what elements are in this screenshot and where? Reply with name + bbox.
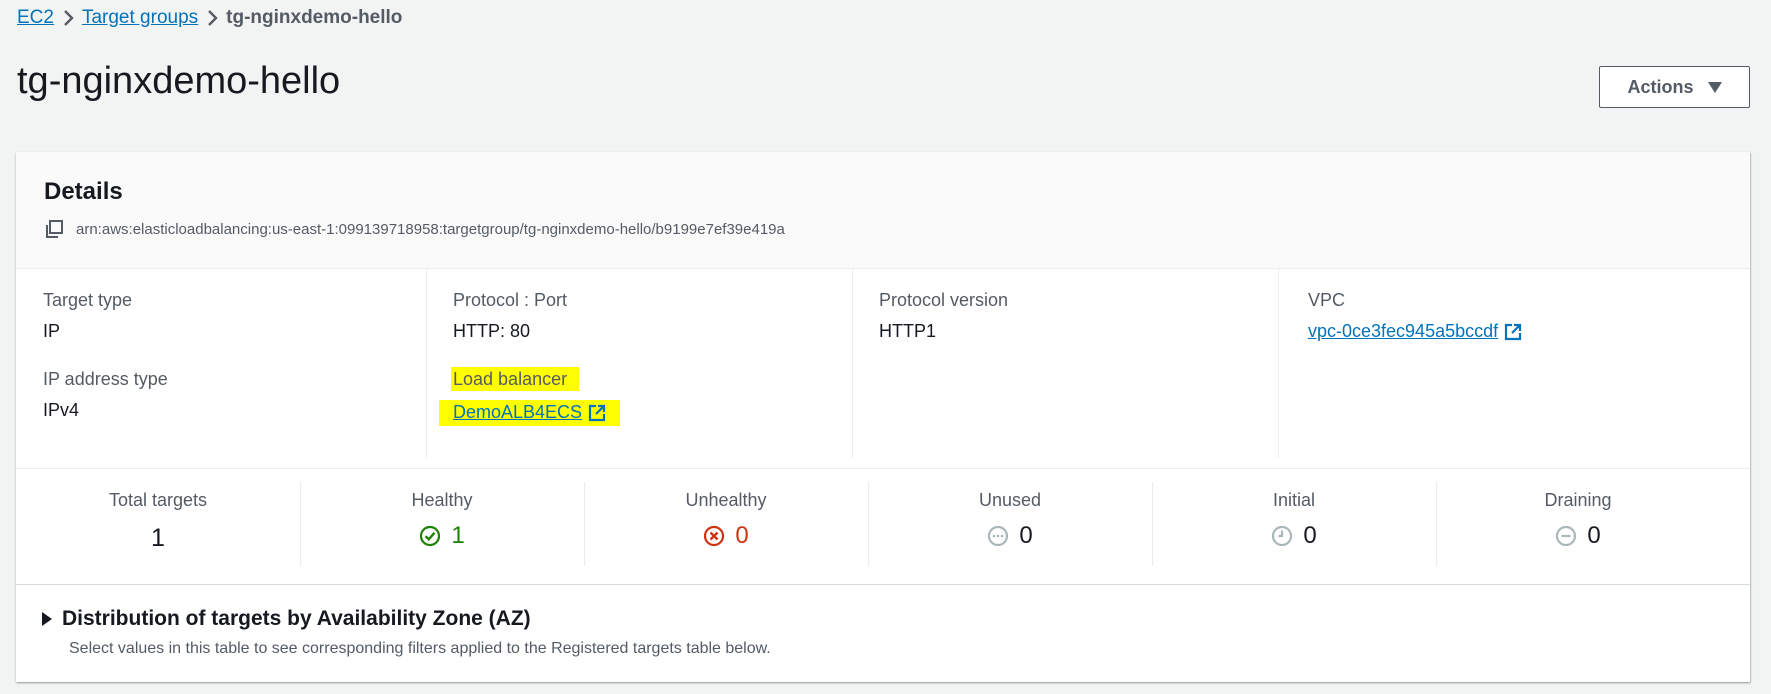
minus-circle-icon	[1555, 525, 1577, 547]
caret-down-icon	[1707, 81, 1722, 93]
stat-initial-value[interactable]: 0	[1303, 522, 1316, 550]
actions-button[interactable]: Actions	[1599, 66, 1750, 108]
distribution-description: Select values in this table to see corre…	[69, 640, 771, 657]
copy-icon[interactable]	[44, 219, 64, 239]
stat-total-value: 1	[151, 524, 165, 552]
stat-total-targets: Total targets 1	[16, 482, 301, 566]
details-col-2: Protocol : Port HTTP: 80 Load balancer D…	[426, 268, 853, 458]
vpc-link-text: vpc-0ce3fec945a5bccdf	[1308, 321, 1499, 341]
load-balancer-highlight: DemoALB4ECS	[439, 400, 621, 426]
actions-button-label: Actions	[1627, 76, 1694, 97]
breadcrumb-target-groups-link[interactable]: Target groups	[82, 7, 198, 29]
stat-healthy: Healthy 1	[300, 482, 585, 566]
stat-draining: Draining 0	[1436, 482, 1720, 566]
vpc-field: VPC vpc-0ce3fec945a5bccdf	[1308, 290, 1522, 342]
load-balancer-link[interactable]: DemoALB4ECS	[453, 402, 606, 423]
stat-initial: Initial 0	[1152, 482, 1437, 566]
target-type-value: IP	[43, 321, 61, 341]
breadcrumb-current: tg-nginxdemo-hello	[226, 7, 403, 28]
load-balancer-field: Load balancer DemoALB4ECS	[439, 367, 621, 426]
protocol-version-field: Protocol version HTTP1	[879, 290, 1008, 342]
ellipsis-circle-icon	[987, 525, 1009, 547]
vpc-link[interactable]: vpc-0ce3fec945a5bccdf	[1308, 321, 1522, 342]
breadcrumb: EC2 Target groups tg-nginxdemo-hello	[17, 7, 402, 29]
ip-address-type-field: IP address type IPv4	[43, 369, 168, 421]
stat-draining-label: Draining	[1544, 490, 1612, 510]
stat-unhealthy-value[interactable]: 0	[735, 522, 748, 550]
external-link-icon	[588, 404, 606, 422]
load-balancer-link-text: DemoALB4ECS	[453, 402, 583, 422]
stat-unhealthy-label: Unhealthy	[685, 490, 767, 510]
protocol-port-value: HTTP: 80	[453, 321, 531, 341]
protocol-port-label: Protocol : Port	[453, 290, 568, 310]
details-col-4: VPC vpc-0ce3fec945a5bccdf	[1278, 268, 1748, 458]
stat-healthy-value[interactable]: 1	[451, 522, 464, 550]
ip-address-type-value: IPv4	[43, 400, 80, 420]
stat-initial-label: Initial	[1272, 490, 1316, 510]
arn-row: arn:aws:elasticloadbalancing:us-east-1:0…	[44, 219, 785, 239]
stat-unused-value[interactable]: 0	[1019, 522, 1032, 550]
ip-address-type-label: IP address type	[43, 369, 168, 389]
vpc-label: VPC	[1308, 290, 1346, 310]
clock-icon	[1271, 525, 1293, 547]
page-title: tg-nginxdemo-hello	[17, 60, 341, 102]
chevron-right-icon	[54, 9, 82, 27]
details-col-1: Target type IP IP address type IPv4	[16, 268, 427, 458]
chevron-right-icon	[198, 9, 226, 27]
stat-healthy-label: Healthy	[411, 490, 473, 510]
target-type-label: Target type	[43, 290, 133, 310]
stat-unused: Unused 0	[868, 482, 1153, 566]
distribution-title: Distribution of targets by Availability …	[62, 607, 531, 630]
breadcrumb-ec2-link[interactable]: EC2	[17, 7, 54, 29]
load-balancer-label: Load balancer	[451, 367, 580, 391]
details-header: Details arn:aws:elasticloadbalancing:us-…	[16, 152, 1750, 269]
check-circle-icon	[419, 525, 441, 547]
protocol-version-value: HTTP1	[879, 321, 937, 341]
protocol-version-label: Protocol version	[879, 290, 1009, 310]
stat-unhealthy: Unhealthy 0	[584, 482, 869, 566]
details-divider	[16, 468, 1750, 469]
x-circle-icon	[703, 525, 725, 547]
arn-value: arn:aws:elasticloadbalancing:us-east-1:0…	[76, 220, 785, 238]
details-col-3: Protocol version HTTP1	[852, 268, 1279, 458]
details-title: Details	[44, 178, 123, 205]
stats-divider	[16, 584, 1750, 585]
stat-total-label: Total targets	[108, 490, 208, 510]
stat-unused-label: Unused	[978, 490, 1042, 510]
protocol-port-field: Protocol : Port HTTP: 80	[453, 290, 567, 342]
target-type-field: Target type IP	[43, 290, 132, 342]
details-card: Details arn:aws:elasticloadbalancing:us-…	[16, 152, 1750, 682]
external-link-icon	[1504, 323, 1522, 341]
caret-right-icon	[42, 612, 52, 626]
distribution-expander[interactable]: Distribution of targets by Availability …	[42, 607, 531, 631]
stat-draining-value[interactable]: 0	[1587, 522, 1600, 550]
